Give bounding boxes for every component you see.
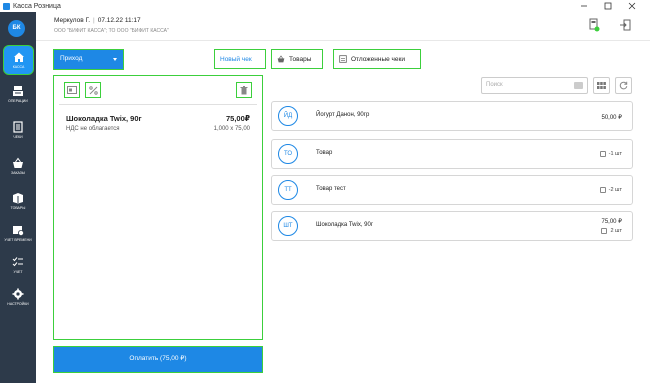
product-card[interactable]: ТО Товар -1 шт [271,139,633,169]
pay-button[interactable]: Оплатить (75,00 ₽) [53,346,263,373]
close-button[interactable] [627,1,637,11]
product-avatar: ШТ [278,216,298,236]
sidebar-item-label: ОПЕРАЦИИ [8,99,28,103]
stock-icon [599,151,606,157]
product-stock: -1 шт [599,151,622,157]
product-card[interactable]: ТТ Товар тест -2 шт [271,175,633,205]
checklist-icon [12,257,23,267]
percent-icon [88,85,98,95]
product-name: Товар тест [316,186,346,192]
sidebar-item-label: ТОВАРЫ [10,206,26,210]
grid-view-button[interactable] [593,77,610,94]
box-icon [13,193,23,204]
archive-icon [339,55,347,63]
new-receipt-button[interactable]: Новый чек [214,49,266,69]
minimize-button[interactable] [579,1,589,11]
title-bar: Касса Розница [0,0,650,12]
goods-label: Товары [289,55,312,63]
logo: БК [8,20,25,37]
product-stock-value: -1 шт [608,151,622,157]
basket-icon [13,157,23,168]
sidebar-item-accounting[interactable]: УЧЕТ [0,252,36,282]
search-input[interactable]: Поиск [481,77,588,94]
product-stock: 2 шт [601,228,622,234]
product-avatar: ТТ [278,180,298,200]
sidebar-item-settings[interactable]: НАСТРОЙКИ [0,284,36,314]
deferred-receipts-label: Отложенные чеки [351,55,406,63]
product-stock: -2 шт [599,187,622,193]
product-stock-value: 2 шт [610,228,622,234]
user-info: Меркулов Г. | 07.12.22 11:17 [54,17,141,24]
calendar-clock-icon [13,226,24,236]
search-placeholder: Поиск [486,82,503,88]
organization: ООО "БИФИТ КАССА"; ТО ООО "БИФИТ КАССА" [54,28,169,34]
cash-register-icon [13,86,23,96]
logout-icon[interactable] [619,18,631,32]
sidebar-item-kassa[interactable]: КАССА [3,45,34,75]
trash-icon [240,85,248,94]
product-avatar: ТО [278,144,298,164]
new-receipt-label: Новый чек [220,55,252,63]
sidebar-item-label: УЧЕТ [13,270,23,274]
product-name: Шоколадка Twix, 90г [316,222,374,228]
pay-label: Оплатить (75,00 ₽) [129,355,187,362]
stock-icon [601,228,608,234]
sidebar-item-operations[interactable]: ОПЕРАЦИИ [0,81,36,111]
window-title: Касса Розница [13,2,61,10]
gear-icon [12,288,24,300]
device-status-icon[interactable] [588,18,600,32]
sidebar-item-label: ЧЕКИ [13,135,23,139]
product-card[interactable]: ШТ Шоколадка Twix, 90г 75,00 ₽ 2 шт [271,211,633,241]
divider [59,104,257,105]
refresh-icon [619,81,628,90]
receipt-item-name[interactable]: Шоколадка Twix, 90г [66,114,142,123]
user-name: Меркулов Г. [54,17,91,24]
datetime: 07.12.22 11:17 [97,17,141,24]
delete-button[interactable] [236,82,252,98]
chevron-down-icon [113,58,117,61]
deferred-receipts-button[interactable]: Отложенные чеки [333,49,421,69]
card-icon [67,86,77,94]
product-card[interactable]: ЙД Йогурт Данон, 90гр 50,00 ₽ [271,101,633,131]
product-avatar: ЙД [278,106,298,126]
home-icon [13,52,24,62]
clear-search-icon[interactable] [574,82,583,89]
receipt-item-vat: НДС не облагается [66,126,120,132]
sidebar-item-label: КАССА [12,65,25,69]
goods-button[interactable]: Товары [271,49,323,69]
receipt-item-price: 75,00₽ [226,114,250,123]
product-name: Йогурт Данон, 90гр [316,112,370,118]
receipt-item-quantity: 1,000 х 75,00 [213,126,250,132]
sidebar-item-label: УЧЕТ ВРЕМЕНИ [4,238,32,242]
refresh-button[interactable] [615,77,632,94]
sidebar-item-time[interactable]: УЧЕТ ВРЕМЕНИ [0,220,36,250]
product-price: 50,00 ₽ [601,115,623,121]
operation-type-label: Приход [60,55,83,62]
sidebar-item-receipts[interactable]: ЧЕКИ [0,117,36,147]
sidebar-item-label: ЗАКАЗЫ [11,171,25,175]
product-stock-value: -2 шт [608,187,622,193]
grid-icon [597,82,606,89]
customer-card-button[interactable] [64,82,80,98]
operation-type-dropdown[interactable]: Приход [53,49,124,70]
receipt-panel: Шоколадка Twix, 90г 75,00₽ НДС не облага… [53,75,263,340]
sidebar-item-goods[interactable]: ТОВАРЫ [0,188,36,218]
product-name: Товар [316,150,333,156]
receipt-icon [13,121,23,133]
maximize-button[interactable] [603,1,613,11]
header: Меркулов Г. | 07.12.22 11:17 ООО "БИФИТ КА… [36,12,650,41]
product-price: 75,00 ₽ [601,219,623,225]
stock-icon [599,187,606,193]
sidebar: БК КАССА ОПЕРАЦИИ ЧЕКИ ЗАКАЗЫ ТОВАРЫ УЧЕ… [0,12,36,383]
sidebar-item-orders[interactable]: ЗАКАЗЫ [0,153,36,183]
app-icon [3,2,10,10]
sidebar-item-label: НАСТРОЙКИ [7,302,29,306]
basket-icon [277,55,285,63]
discount-button[interactable] [85,82,101,98]
